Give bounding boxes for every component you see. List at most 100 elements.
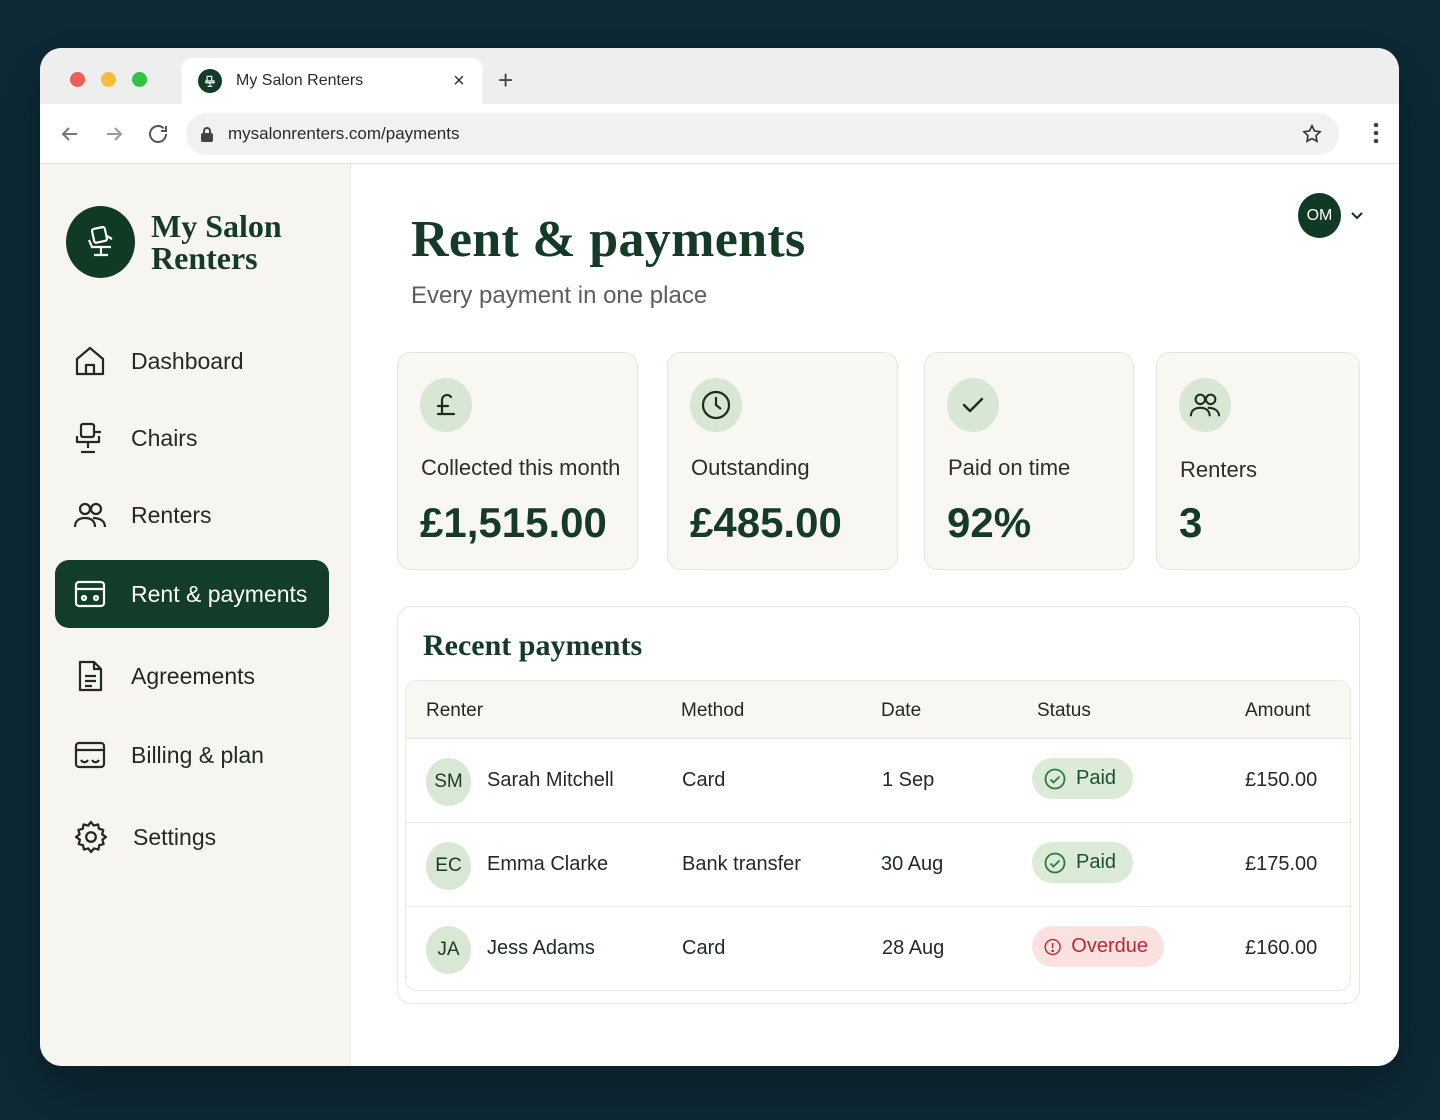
status-text: Overdue xyxy=(1071,935,1148,957)
payment-method: Card xyxy=(682,769,726,791)
stat-value: £1,515.00 xyxy=(420,499,607,546)
payments-table: Renter Method Date Status Amount SM Sara… xyxy=(405,680,1351,991)
forward-icon[interactable] xyxy=(102,122,126,146)
home-icon xyxy=(75,346,105,376)
sidebar-item-label: Dashboard xyxy=(131,347,244,374)
check-icon xyxy=(947,378,999,432)
renter-name: Jess Adams xyxy=(487,937,595,959)
stat-value: £485.00 xyxy=(690,499,842,546)
pound-icon xyxy=(420,378,472,432)
check-circle-icon xyxy=(1044,852,1066,873)
status-badge: Paid xyxy=(1032,842,1133,883)
payment-amount: £150.00 xyxy=(1245,769,1318,791)
billing-icon xyxy=(74,741,106,769)
page-subtitle: Every payment in one place xyxy=(411,282,708,309)
renter-name: Emma Clarke xyxy=(487,853,609,875)
panel-title: Recent payments xyxy=(423,629,643,662)
stat-label: Outstanding xyxy=(691,455,810,480)
salon-chair-icon xyxy=(75,422,101,454)
column-header-renter[interactable]: Renter xyxy=(426,700,483,722)
tab-strip: My Salon Renters × + xyxy=(40,48,1399,104)
stat-card-renters: Renters 3 xyxy=(1156,352,1360,570)
url-field[interactable]: mysalonrenters.com/payments xyxy=(186,113,1339,155)
browser-window: My Salon Renters × + mysalonrenters.com/… xyxy=(40,48,1399,1066)
document-icon xyxy=(78,660,103,692)
browser-tab[interactable]: My Salon Renters × xyxy=(181,58,483,104)
check-circle-icon xyxy=(1044,768,1066,789)
users-icon xyxy=(73,502,107,528)
column-header-status[interactable]: Status xyxy=(1037,700,1091,722)
renter-avatar: JA xyxy=(426,926,471,974)
maximize-window-button[interactable] xyxy=(132,72,147,87)
stat-label: Collected this month xyxy=(421,455,621,480)
favicon-icon xyxy=(198,69,222,93)
bookmark-star-icon[interactable] xyxy=(1301,123,1323,150)
recent-payments-panel: Recent payments Renter Method Date Statu… xyxy=(397,606,1360,1004)
close-window-button[interactable] xyxy=(70,72,85,87)
sidebar-item-settings[interactable]: Settings xyxy=(55,803,329,871)
stat-card-collected: Collected this month £1,515.00 xyxy=(397,352,638,570)
status-text: Paid xyxy=(1076,851,1117,873)
payment-date: 28 Aug xyxy=(882,937,945,959)
sidebar-item-dashboard[interactable]: Dashboard xyxy=(55,327,329,395)
renter-avatar: SM xyxy=(426,758,471,806)
stat-card-outstanding: Outstanding £485.00 xyxy=(667,352,898,570)
status-text: Paid xyxy=(1076,767,1117,789)
clock-icon xyxy=(690,378,742,432)
stat-label: Renters xyxy=(1180,457,1258,482)
stat-value: 92% xyxy=(947,499,1032,546)
brand-logo-link[interactable]: My Salon Renters xyxy=(66,206,301,278)
lock-icon xyxy=(201,127,213,142)
address-bar: mysalonrenters.com/payments xyxy=(40,104,1399,164)
table-row[interactable]: SM Sarah Mitchell Card 1 Sep Paid £150.0… xyxy=(406,739,1350,823)
back-icon[interactable] xyxy=(58,122,82,146)
chevron-down-icon[interactable] xyxy=(1349,207,1365,228)
payment-amount: £175.00 xyxy=(1245,853,1318,875)
users-icon xyxy=(1179,378,1231,432)
new-tab-icon[interactable]: + xyxy=(498,65,513,96)
stat-label: Paid on time xyxy=(948,455,1071,480)
minimize-window-button[interactable] xyxy=(101,72,116,87)
page-title: Rent & payments xyxy=(411,211,806,268)
user-avatar[interactable]: OM xyxy=(1298,193,1341,238)
table-row[interactable]: EC Emma Clarke Bank transfer 30 Aug Paid… xyxy=(406,823,1350,907)
sidebar-item-label: Billing & plan xyxy=(131,741,264,768)
column-header-method[interactable]: Method xyxy=(681,700,744,722)
sidebar-item-billing-plan[interactable]: Billing & plan xyxy=(55,721,329,789)
table-row[interactable]: JA Jess Adams Card 28 Aug Overdue £160.0… xyxy=(406,907,1350,990)
payment-date: 1 Sep xyxy=(882,769,935,791)
sidebar-item-label: Rent & payments xyxy=(131,580,308,607)
sidebar-item-label: Settings xyxy=(133,823,217,850)
sidebar-item-label: Agreements xyxy=(131,662,256,689)
column-header-date[interactable]: Date xyxy=(881,700,921,722)
payment-amount: £160.00 xyxy=(1245,937,1318,959)
main-content: Rent & payments Every payment in one pla… xyxy=(352,164,1399,1066)
payments-icon xyxy=(74,580,106,608)
payment-method: Card xyxy=(682,937,726,959)
alert-circle-icon xyxy=(1044,938,1061,955)
column-header-amount[interactable]: Amount xyxy=(1245,700,1310,722)
sidebar-item-chairs[interactable]: Chairs xyxy=(55,404,329,472)
sidebar: My Salon Renters Dashboard Chairs Renter… xyxy=(40,164,351,1066)
salon-chair-logo-icon xyxy=(66,206,135,278)
renter-name: Sarah Mitchell xyxy=(487,769,614,791)
stat-card-paid-on-time: Paid on time 92% xyxy=(924,352,1134,570)
brand-name: My Salon Renters xyxy=(151,208,282,276)
sidebar-item-renters[interactable]: Renters xyxy=(55,481,329,549)
sidebar-item-rent-payments[interactable]: Rent & payments xyxy=(55,560,329,628)
sidebar-item-agreements[interactable]: Agreements xyxy=(55,642,329,710)
close-tab-icon[interactable]: × xyxy=(449,70,469,93)
payment-method: Bank transfer xyxy=(682,853,801,875)
status-badge: Overdue xyxy=(1032,926,1164,967)
table-header: Renter Method Date Status Amount xyxy=(406,681,1350,739)
tab-title: My Salon Renters xyxy=(236,72,364,89)
gear-icon xyxy=(74,820,108,854)
sidebar-item-label: Chairs xyxy=(131,424,198,451)
status-badge: Paid xyxy=(1032,758,1133,799)
url-text: mysalonrenters.com/payments xyxy=(228,124,460,143)
browser-menu-icon[interactable] xyxy=(1373,122,1379,149)
reload-icon[interactable] xyxy=(146,122,170,146)
renter-avatar: EC xyxy=(426,842,471,890)
sidebar-item-label: Renters xyxy=(131,501,212,528)
payment-date: 30 Aug xyxy=(881,853,944,875)
